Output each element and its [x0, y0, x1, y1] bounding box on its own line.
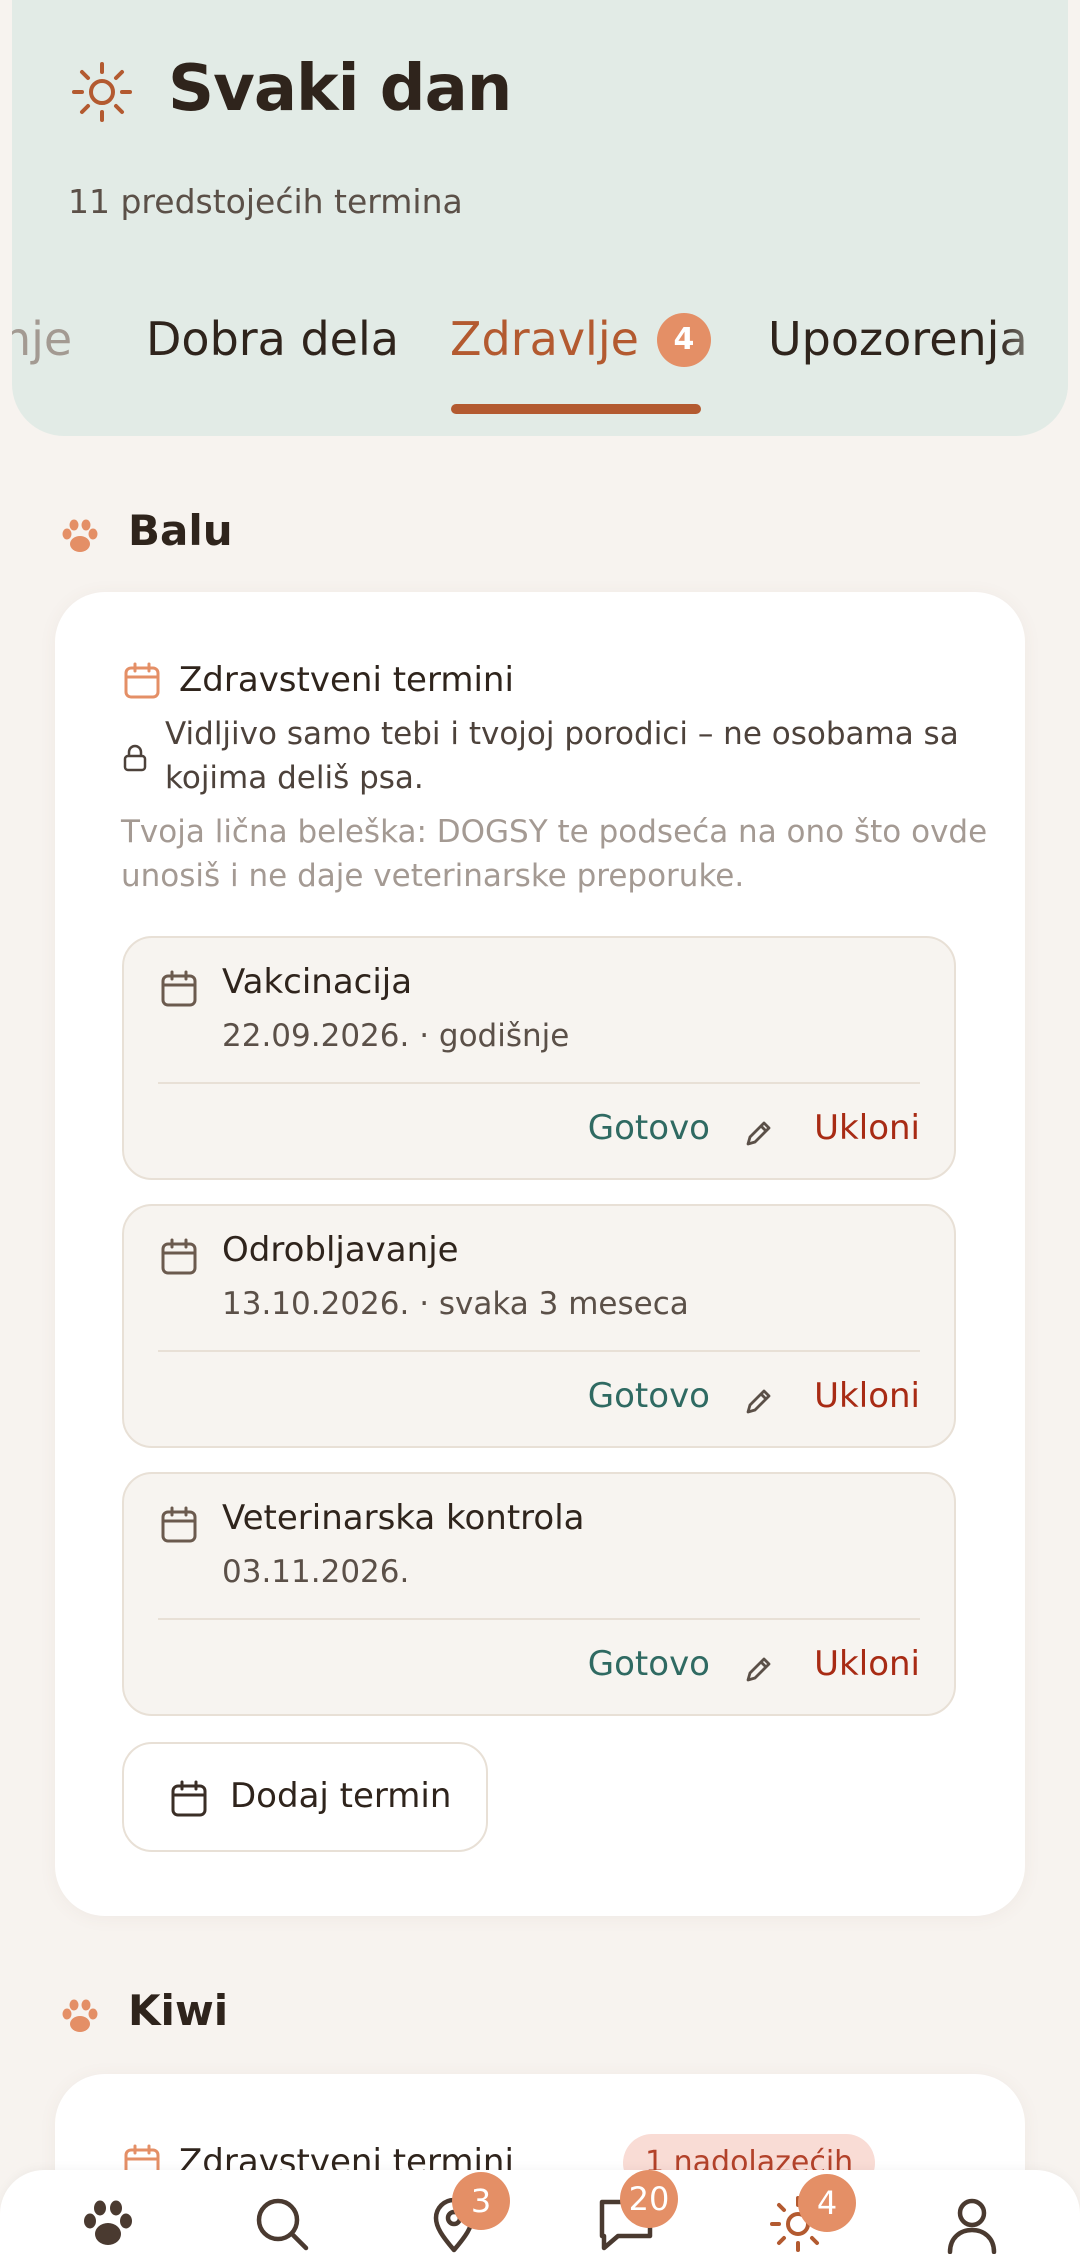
appointment-name: Veterinarska kontrola	[222, 1498, 585, 1538]
done-button[interactable]: Gotovo	[588, 1376, 710, 1416]
done-button[interactable]: Gotovo	[588, 1108, 710, 1148]
remove-button[interactable]: Ukloni	[814, 1644, 920, 1684]
lock-icon	[123, 744, 147, 772]
appointment-item[interactable]: Vakcinacija 22.09.2026. · godišnje Gotov…	[122, 936, 956, 1180]
tab-dobra-dela[interactable]: Dobra dela	[146, 312, 399, 366]
pencil-icon[interactable]	[742, 1116, 776, 1150]
personal-note: Tvoja lična beleška: DOGSY te podseća na…	[121, 814, 988, 894]
paw-icon	[62, 1999, 98, 2032]
page-title: Svaki dan	[168, 52, 512, 126]
appointment-name: Vakcinacija	[222, 962, 413, 1002]
pet-name: Kiwi	[128, 1986, 229, 2035]
add-appointment-button[interactable]: Dodaj termin	[122, 1742, 488, 1852]
nav-search[interactable]	[252, 2194, 312, 2254]
search-icon	[256, 2198, 309, 2251]
divider	[158, 1350, 920, 1352]
nav-badge: 20	[620, 2170, 678, 2228]
pet-name: Balu	[128, 506, 233, 555]
calendar-icon	[124, 662, 160, 699]
card-title: Zdravstveni termini	[179, 660, 514, 700]
tab-bar: nje Dobra dela Zdravlje 4 Upozorenja	[12, 300, 1068, 414]
profile-icon	[947, 2198, 997, 2255]
divider	[158, 1618, 920, 1620]
page-header: Svaki dan 11 predstojećih termina nje Do…	[12, 0, 1068, 436]
privacy-notice: Vidljivo samo tebi i tvojoj porodici – n…	[165, 716, 959, 796]
divider	[158, 1082, 920, 1084]
nav-profile[interactable]	[942, 2194, 1002, 2255]
remove-button[interactable]: Ukloni	[814, 1376, 920, 1416]
calendar-icon	[161, 970, 197, 1007]
tab-partial-left[interactable]: nje	[12, 312, 72, 366]
tab-badge: 4	[656, 313, 711, 367]
pencil-icon[interactable]	[742, 1384, 776, 1418]
add-appointment-label: Dodaj termin	[230, 1776, 452, 1816]
appointment-name: Odrobljavanje	[222, 1230, 459, 1270]
nav-badge: 4	[798, 2174, 856, 2232]
page-subtitle: 11 predstojećih termina	[68, 182, 463, 221]
tab-fade	[998, 300, 1068, 400]
calendar-icon	[161, 1506, 197, 1543]
tab-upozorenja[interactable]: Upozorenja	[768, 312, 1028, 366]
health-card-balu: Zdravstveni termini Vidljivo samo tebi i…	[55, 592, 1025, 1916]
done-button[interactable]: Gotovo	[588, 1644, 710, 1684]
bottom-nav: 3 20 4	[0, 2170, 1080, 2268]
appointment-item[interactable]: Veterinarska kontrola 03.11.2026. Gotovo…	[122, 1472, 956, 1716]
pencil-icon[interactable]	[742, 1652, 776, 1686]
sun-icon	[72, 62, 132, 122]
paw-icon	[62, 519, 98, 552]
remove-button[interactable]: Ukloni	[814, 1108, 920, 1148]
paw-icon	[84, 2200, 132, 2245]
active-tab-indicator	[451, 404, 701, 414]
appointment-meta: 22.09.2026. · godišnje	[222, 1018, 570, 1054]
calendar-icon	[161, 1238, 197, 1275]
appointment-meta: 03.11.2026.	[222, 1554, 410, 1590]
appointment-meta: 13.10.2026. · svaka 3 meseca	[222, 1286, 689, 1322]
nav-badge: 3	[452, 2172, 510, 2230]
appointment-item[interactable]: Odrobljavanje 13.10.2026. · svaka 3 mese…	[122, 1204, 956, 1448]
calendar-icon	[171, 1780, 207, 1817]
nav-paw[interactable]	[78, 2194, 138, 2254]
tab-zdravlje[interactable]: Zdravlje 4	[450, 312, 711, 367]
